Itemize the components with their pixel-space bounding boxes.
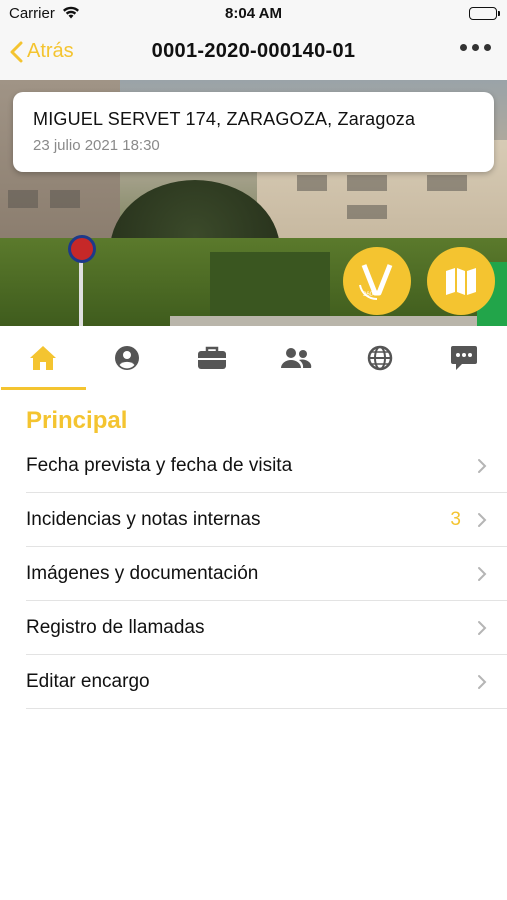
chevron-right-icon xyxy=(478,675,487,689)
tab-profile[interactable] xyxy=(85,326,169,390)
globe-icon xyxy=(367,345,393,371)
people-icon xyxy=(281,348,312,368)
menu-item-images-docs[interactable]: Imágenes y documentación xyxy=(26,547,507,601)
map-icon xyxy=(446,268,476,295)
ellipsis-icon xyxy=(460,44,467,51)
page-title: 0001-2020-000140-01 xyxy=(151,40,356,62)
section-tabs xyxy=(0,326,507,390)
view-360-button[interactable]: 360 xyxy=(343,247,411,315)
map-button[interactable] xyxy=(427,247,495,315)
menu-item-incidents[interactable]: Incidencias y notas internas 3 xyxy=(26,493,507,547)
section-title: Principal xyxy=(26,407,128,434)
chevron-right-icon xyxy=(478,459,487,473)
principal-menu: Fecha prevista y fecha de visita Inciden… xyxy=(26,439,507,709)
chevron-right-icon xyxy=(478,513,487,527)
person-icon xyxy=(115,346,139,370)
menu-item-label: Fecha prevista y fecha de visita xyxy=(26,454,293,476)
menu-item-label: Registro de llamadas xyxy=(26,616,205,638)
status-time: 8:04 AM xyxy=(225,5,282,22)
tab-work[interactable] xyxy=(170,326,254,390)
menu-item-edit-order[interactable]: Editar encargo xyxy=(26,655,507,709)
svg-text:360: 360 xyxy=(363,292,374,298)
parking-sign xyxy=(68,235,96,263)
view-360-icon: 360 xyxy=(359,264,393,301)
address-text: MIGUEL SERVET 174, ZARAGOZA, Zaragoza xyxy=(33,109,416,129)
status-bar: Carrier 8:04 AM xyxy=(0,0,507,28)
menu-item-call-log[interactable]: Registro de llamadas xyxy=(26,601,507,655)
more-options-button[interactable] xyxy=(460,44,491,51)
menu-item-label: Editar encargo xyxy=(26,670,150,692)
tab-web[interactable] xyxy=(338,326,422,390)
tab-home[interactable] xyxy=(1,326,86,390)
menu-item-label: Imágenes y documentación xyxy=(26,562,259,584)
chat-icon xyxy=(451,346,477,370)
battery-icon xyxy=(469,7,500,20)
navigation-bar: Atrás 0001-2020-000140-01 xyxy=(0,28,507,80)
count-badge: 3 xyxy=(450,508,461,530)
appointment-date: 23 julio 2021 18:30 xyxy=(33,137,160,154)
chevron-right-icon xyxy=(478,621,487,635)
menu-item-visit-dates[interactable]: Fecha prevista y fecha de visita xyxy=(26,439,507,493)
tab-contacts[interactable] xyxy=(254,326,338,390)
address-card: MIGUEL SERVET 174, ZARAGOZA, Zaragoza 23… xyxy=(13,92,494,172)
tab-messages[interactable] xyxy=(422,326,506,390)
menu-item-label: Incidencias y notas internas xyxy=(26,508,261,530)
briefcase-icon xyxy=(198,346,226,369)
home-icon xyxy=(30,346,56,370)
chevron-right-icon xyxy=(478,567,487,581)
